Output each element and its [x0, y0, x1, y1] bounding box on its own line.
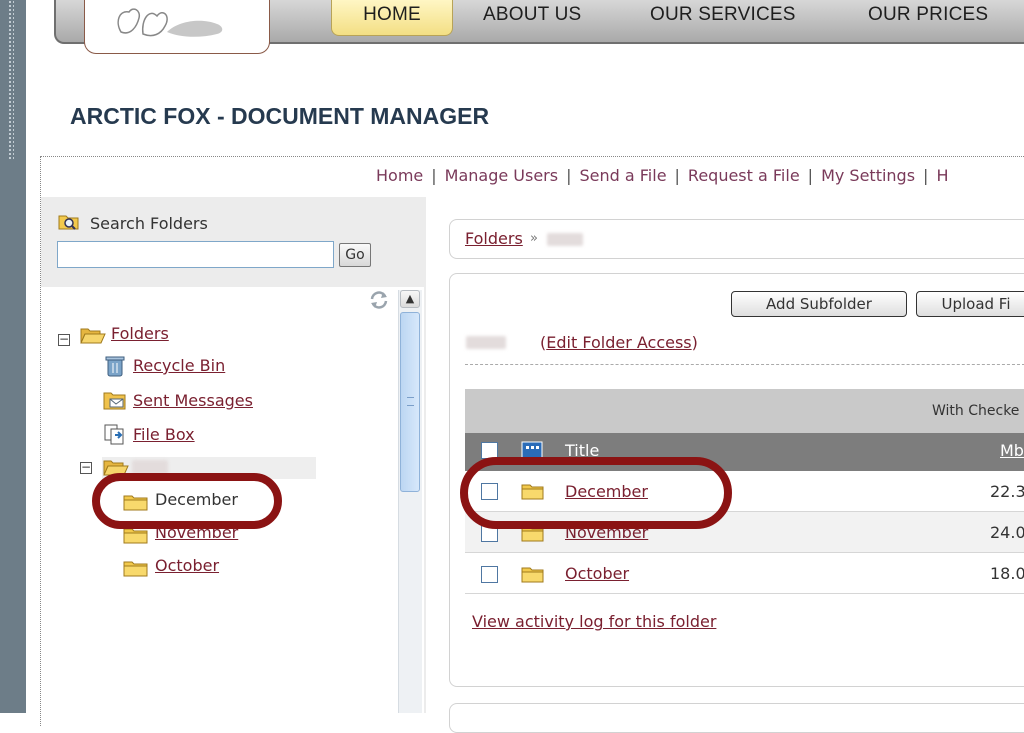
- breadcrumb-current-blurred: [547, 233, 583, 246]
- upload-file-button[interactable]: Upload Fi: [916, 291, 1024, 317]
- checked-out-label: With Checke: [932, 403, 1020, 419]
- link-my-settings[interactable]: My Settings: [821, 166, 915, 185]
- collapse-toggle-icon[interactable]: −: [58, 333, 70, 346]
- highlight-circle: [92, 473, 282, 529]
- column-mb-header[interactable]: Mb: [1000, 441, 1024, 460]
- search-folders-label: Search Folders: [90, 214, 208, 233]
- search-input[interactable]: [57, 241, 334, 268]
- tree-october[interactable]: October: [155, 556, 219, 575]
- link-request-a-file[interactable]: Request a File: [688, 166, 800, 185]
- dot-pattern: [8, 0, 14, 160]
- secondary-box: [449, 703, 1024, 733]
- table-row[interactable]: [465, 553, 1024, 594]
- refresh-icon[interactable]: [368, 290, 390, 314]
- folder-tree-panel: [41, 197, 424, 713]
- nav-home[interactable]: HOME: [331, 0, 453, 36]
- row-title-link[interactable]: October: [565, 564, 629, 583]
- folder-icon: [123, 559, 149, 581]
- logo[interactable]: [84, 0, 270, 54]
- arctic-fox-logo-icon: [117, 8, 223, 37]
- recycle-bin-icon: [105, 355, 125, 381]
- folder-icon: [521, 565, 545, 587]
- highlight-circle: [460, 457, 732, 529]
- row-size: 22.3: [990, 482, 1024, 501]
- scroll-thumb[interactable]: [400, 312, 420, 492]
- tree-file-box[interactable]: File Box: [133, 425, 195, 444]
- panel-divider: [424, 197, 426, 713]
- folder-icon: [123, 526, 149, 548]
- view-activity-log-link[interactable]: View activity log for this folder: [472, 612, 716, 631]
- edit-folder-access: (Edit Folder Access): [540, 333, 698, 352]
- link-send-a-file[interactable]: Send a File: [579, 166, 666, 185]
- scroll-up-button[interactable]: ▲: [400, 290, 420, 308]
- link-help[interactable]: H: [936, 166, 948, 185]
- top-links: Home | Manage Users | Send a File | Request a …: [376, 166, 949, 185]
- add-subfolder-button[interactable]: Add Subfolder: [731, 291, 907, 317]
- breadcrumb-separator: »: [530, 231, 538, 246]
- left-decorative-strip: [0, 0, 26, 713]
- breadcrumb-folders-link[interactable]: Folders: [465, 229, 523, 248]
- blurred-folder-name: [132, 460, 168, 474]
- sent-messages-icon: [103, 390, 127, 414]
- open-folder-icon: [80, 326, 106, 348]
- nav-our-prices[interactable]: OUR PRICES: [868, 4, 988, 26]
- tree-sent-messages[interactable]: Sent Messages: [133, 391, 253, 410]
- tree-recycle-bin[interactable]: Recycle Bin: [133, 356, 225, 375]
- nav-our-services[interactable]: OUR SERVICES: [650, 4, 796, 26]
- row-size: 24.0: [990, 523, 1024, 542]
- collapse-toggle-icon[interactable]: −: [80, 461, 92, 474]
- go-button[interactable]: Go: [339, 243, 371, 267]
- link-home[interactable]: Home: [376, 166, 423, 185]
- link-manage-users[interactable]: Manage Users: [445, 166, 558, 185]
- divider: [465, 364, 1024, 365]
- row-size: 18.0: [990, 564, 1024, 583]
- tree-folders-root[interactable]: Folders: [111, 324, 169, 343]
- row-checkbox[interactable]: [481, 566, 498, 583]
- page-title: ARCTIC FOX - DOCUMENT MANAGER: [70, 103, 490, 129]
- search-folder-icon: [58, 212, 80, 234]
- file-box-icon: [103, 423, 127, 449]
- edit-folder-access-link[interactable]: Edit Folder Access: [546, 333, 691, 352]
- nav-about-us[interactable]: ABOUT US: [483, 4, 581, 26]
- folder-name-blurred: [466, 336, 506, 349]
